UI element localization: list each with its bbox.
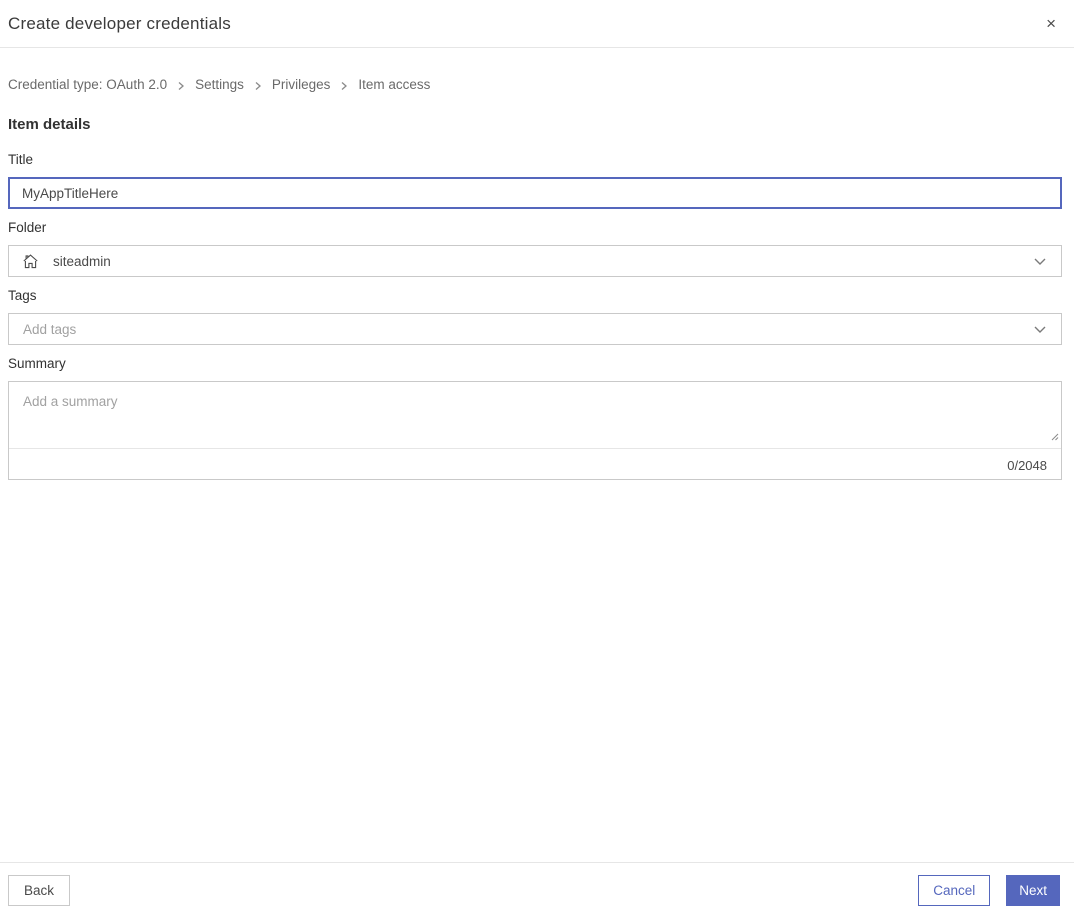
chevron-down-icon (1033, 257, 1047, 266)
breadcrumb-settings[interactable]: Settings (195, 77, 244, 92)
next-button[interactable]: Next (1006, 874, 1060, 906)
summary-textarea[interactable] (9, 382, 1061, 448)
tags-combobox[interactable]: Add tags (8, 313, 1062, 345)
close-icon[interactable]: × (1042, 11, 1060, 36)
section-heading-item-details: Item details (8, 116, 91, 133)
tags-placeholder: Add tags (23, 321, 77, 337)
summary-char-counter: 0/2048 (1007, 457, 1047, 473)
cancel-button[interactable]: Cancel (918, 874, 991, 906)
dialog-footer: Back Cancel Next (0, 862, 1074, 917)
dialog-title: Create developer credentials (8, 13, 231, 33)
breadcrumb-item-access[interactable]: Item access (358, 77, 430, 92)
title-label: Title (8, 152, 34, 167)
home-icon (22, 253, 39, 270)
folder-select-value: siteadmin (53, 253, 111, 269)
breadcrumb: Credential type: OAuth 2.0 Settings Priv… (8, 77, 430, 92)
breadcrumb-credential-type[interactable]: Credential type: OAuth 2.0 (8, 77, 167, 92)
create-developer-credentials-dialog: Create developer credentials × Credentia… (0, 0, 1074, 917)
chevron-right-icon (340, 81, 348, 91)
folder-select[interactable]: siteadmin (8, 245, 1062, 277)
breadcrumb-privileges[interactable]: Privileges (272, 77, 331, 92)
chevron-down-icon (1033, 325, 1047, 334)
dialog-header: Create developer credentials × (0, 0, 1074, 48)
summary-label: Summary (8, 356, 66, 371)
title-input[interactable] (8, 177, 1062, 209)
chevron-right-icon (177, 81, 185, 91)
tags-label: Tags (8, 288, 37, 303)
back-button[interactable]: Back (8, 874, 71, 906)
folder-label: Folder (8, 220, 47, 235)
chevron-right-icon (254, 81, 262, 91)
summary-field: 0/2048 (8, 381, 1062, 480)
